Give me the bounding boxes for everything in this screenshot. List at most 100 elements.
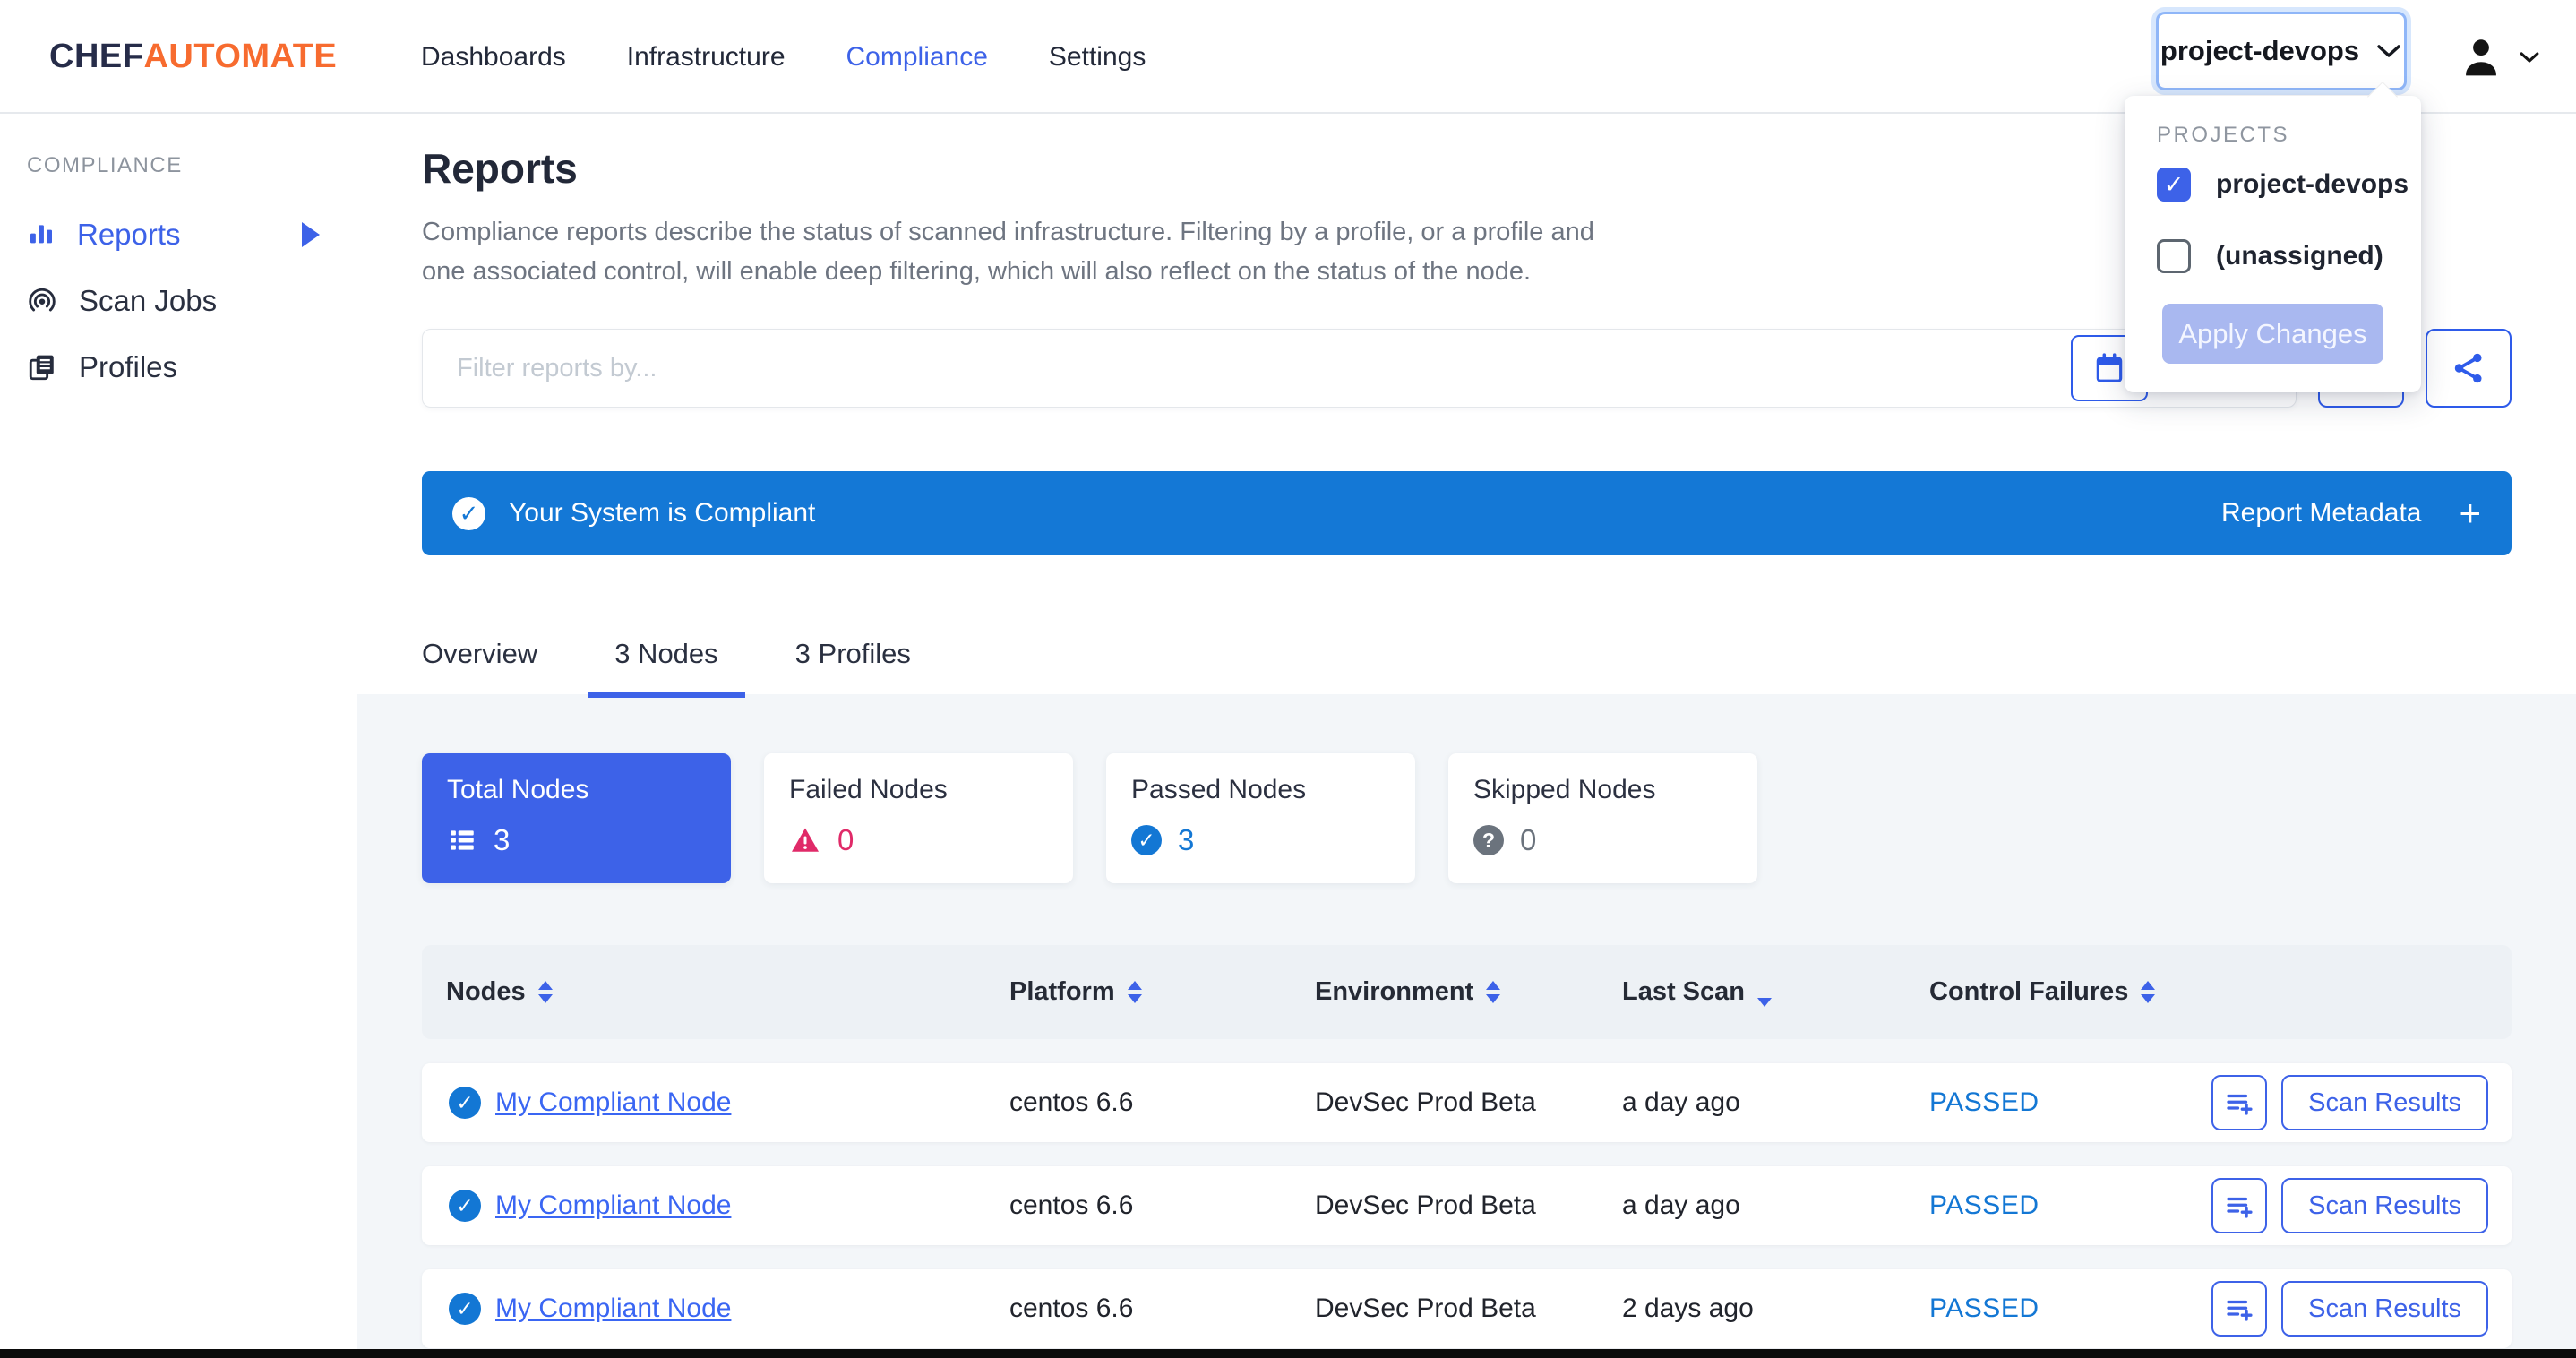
- scan-results-button[interactable]: Scan Results: [2281, 1178, 2488, 1233]
- sidebar-item-profiles[interactable]: Profiles: [0, 334, 356, 400]
- column-label: Platform: [1009, 977, 1115, 1007]
- calendar-icon: [2092, 351, 2126, 385]
- status-badge: PASSED: [1929, 1087, 2039, 1118]
- row-actions: Scan Results: [2211, 1178, 2488, 1233]
- chevron-down-icon: [2519, 50, 2540, 64]
- table-row: ✓ My Compliant Node centos 6.6 DevSec Pr…: [422, 1269, 2512, 1348]
- apply-changes-button[interactable]: Apply Changes: [2162, 304, 2383, 364]
- projects-dropdown-header: PROJECTS: [2157, 123, 2289, 148]
- banner-status-group: ✓ Your System is Compliant: [452, 497, 815, 530]
- projects-dropdown: PROJECTS ✓ project-devops (unassigned) A…: [2125, 96, 2421, 392]
- status-badge: PASSED: [1929, 1294, 2039, 1324]
- sidebar-item-label: Profiles: [79, 350, 177, 384]
- node-name-link[interactable]: My Compliant Node: [495, 1190, 731, 1221]
- table-row: ✓ My Compliant Node centos 6.6 DevSec Pr…: [422, 1063, 2512, 1142]
- check-circle-icon: ✓: [452, 497, 485, 530]
- report-metadata-label: Report Metadata: [2221, 498, 2421, 529]
- add-filter-button[interactable]: [2211, 1178, 2267, 1233]
- node-passed-icon: ✓: [449, 1190, 481, 1222]
- checkbox-unchecked[interactable]: [2157, 239, 2191, 273]
- environment-cell: DevSec Prod Beta: [1315, 1294, 1536, 1324]
- sort-icon: [2141, 981, 2155, 1003]
- stat-card-passed-nodes[interactable]: Passed Nodes ✓ 3: [1106, 753, 1415, 883]
- nodes-section: Total Nodes 3 Failed Nodes: [357, 694, 2576, 1358]
- row-actions: Scan Results: [2211, 1075, 2488, 1130]
- column-header-platform[interactable]: Platform: [1009, 945, 1142, 1039]
- sidebar-item-label: Reports: [77, 218, 181, 252]
- column-label: Environment: [1315, 977, 1473, 1007]
- logo-automate-text: AUTOMATE: [143, 38, 337, 76]
- stat-card-failed-nodes[interactable]: Failed Nodes 0: [764, 753, 1073, 883]
- stat-card-value: 0: [837, 823, 854, 857]
- user-menu[interactable]: [2458, 0, 2540, 114]
- column-header-control-failures[interactable]: Control Failures: [1929, 945, 2155, 1039]
- stat-card-title: Skipped Nodes: [1473, 775, 1732, 805]
- node-passed-icon: ✓: [449, 1087, 481, 1119]
- project-option-unassigned[interactable]: (unassigned): [2157, 239, 2383, 273]
- compliance-status-banner: ✓ Your System is Compliant Report Metada…: [422, 471, 2512, 555]
- nav-compliance[interactable]: Compliance: [846, 42, 988, 73]
- column-header-last-scan[interactable]: Last Scan: [1622, 945, 1772, 1039]
- nodes-table: Nodes Platform Environment Last Scan: [422, 945, 2512, 1348]
- node-name-link[interactable]: My Compliant Node: [495, 1294, 731, 1324]
- last-scan-cell: a day ago: [1622, 1087, 1740, 1118]
- add-filter-button[interactable]: [2211, 1281, 2267, 1337]
- nav-infrastructure[interactable]: Infrastructure: [627, 42, 786, 73]
- report-metadata-toggle[interactable]: Report Metadata +: [2221, 494, 2481, 532]
- warning-triangle-icon: [789, 824, 821, 856]
- platform-cell: centos 6.6: [1009, 1294, 1133, 1324]
- checkbox-checked[interactable]: ✓: [2157, 168, 2191, 202]
- column-header-nodes[interactable]: Nodes: [446, 945, 553, 1039]
- radar-icon: [27, 286, 57, 316]
- nav-dashboards[interactable]: Dashboards: [421, 42, 566, 73]
- compliance-sidebar: COMPLIANCE Reports Scan Jobs: [0, 116, 356, 1358]
- project-option-devops[interactable]: ✓ project-devops: [2157, 168, 2409, 202]
- page-description-line2: one associated control, will enable deep…: [422, 257, 1531, 286]
- share-report-button[interactable]: [2426, 329, 2512, 408]
- project-selector-button[interactable]: project-devops: [2156, 12, 2407, 90]
- table-row: ✓ My Compliant Node centos 6.6 DevSec Pr…: [422, 1166, 2512, 1245]
- chevron-down-icon: [2375, 42, 2402, 60]
- project-selector-label: project-devops: [2160, 35, 2359, 67]
- tab-profiles[interactable]: 3 Profiles: [769, 609, 938, 698]
- scan-results-button[interactable]: Scan Results: [2281, 1281, 2488, 1337]
- filter-reports-input[interactable]: [422, 329, 2297, 408]
- playlist-add-icon: [2223, 1190, 2255, 1222]
- playlist-add-icon: [2223, 1087, 2255, 1119]
- stat-card-title: Total Nodes: [447, 775, 706, 805]
- check-circle-icon: ✓: [1131, 825, 1162, 855]
- bar-chart-icon: [27, 220, 56, 249]
- nodes-table-header: Nodes Platform Environment Last Scan: [422, 945, 2512, 1039]
- environment-cell: DevSec Prod Beta: [1315, 1087, 1536, 1118]
- sort-icon: [1128, 981, 1142, 1003]
- project-option-label: project-devops: [2216, 169, 2409, 200]
- filter-input-wrap: [422, 329, 2297, 408]
- logo-chef-text: CHEF: [49, 38, 143, 76]
- sidebar-item-scan-jobs[interactable]: Scan Jobs: [0, 268, 356, 334]
- scan-results-button[interactable]: Scan Results: [2281, 1075, 2488, 1130]
- tab-overview[interactable]: Overview: [395, 609, 564, 698]
- nav-settings[interactable]: Settings: [1049, 42, 1146, 73]
- stat-card-title: Passed Nodes: [1131, 775, 1390, 805]
- column-header-environment[interactable]: Environment: [1315, 945, 1500, 1039]
- chef-automate-app: CHEFAUTOMATE Dashboards Infrastructure C…: [0, 0, 2576, 1358]
- last-scan-cell: a day ago: [1622, 1190, 1740, 1221]
- tab-nodes[interactable]: 3 Nodes: [588, 609, 744, 698]
- sidebar-section-label: COMPLIANCE: [27, 153, 356, 178]
- column-label: Control Failures: [1929, 977, 2128, 1007]
- primary-nav: Dashboards Infrastructure Compliance Set…: [421, 0, 1146, 114]
- column-label: Nodes: [446, 977, 526, 1007]
- chef-automate-logo[interactable]: CHEFAUTOMATE: [49, 0, 337, 114]
- last-scan-cell: 2 days ago: [1622, 1294, 1754, 1324]
- node-stat-cards: Total Nodes 3 Failed Nodes: [422, 694, 2512, 883]
- add-filter-button[interactable]: [2211, 1075, 2267, 1130]
- column-label: Last Scan: [1622, 977, 1745, 1007]
- stat-card-value: 3: [1178, 823, 1194, 857]
- report-tabs: Overview 3 Nodes 3 Profiles: [395, 609, 2512, 698]
- stat-card-total-nodes[interactable]: Total Nodes 3: [422, 753, 731, 883]
- stat-card-skipped-nodes[interactable]: Skipped Nodes ? 0: [1448, 753, 1757, 883]
- share-icon: [2450, 349, 2487, 387]
- node-name-link[interactable]: My Compliant Node: [495, 1087, 731, 1118]
- list-icon: [447, 825, 477, 855]
- sidebar-item-reports[interactable]: Reports: [0, 202, 356, 268]
